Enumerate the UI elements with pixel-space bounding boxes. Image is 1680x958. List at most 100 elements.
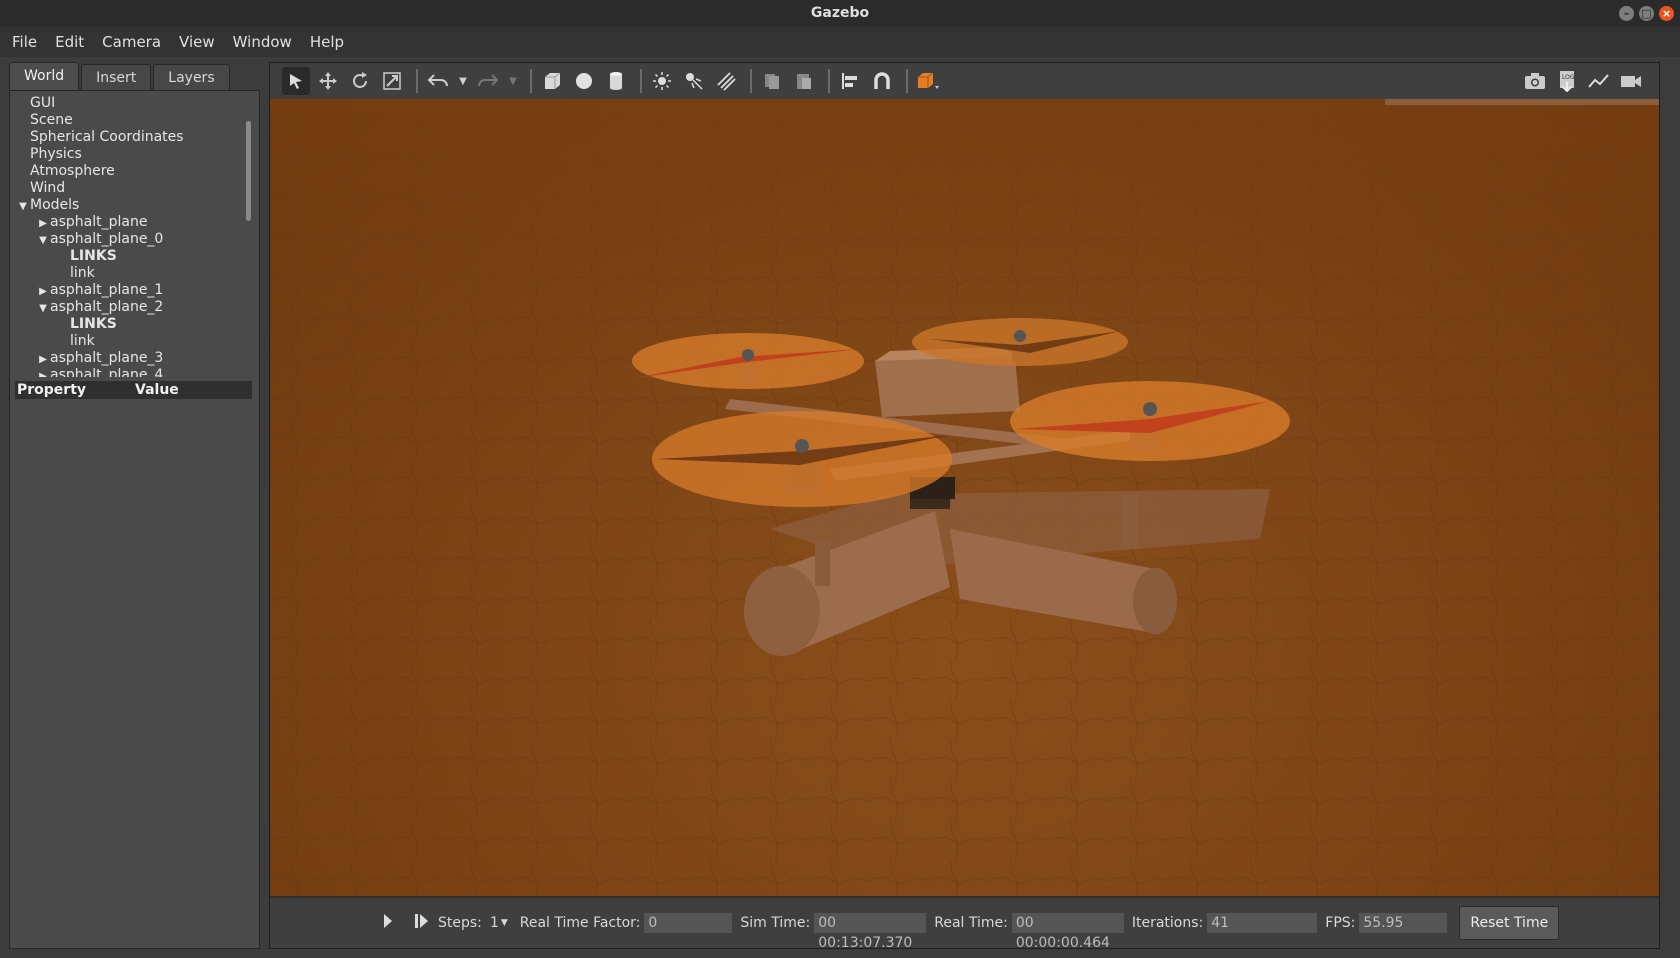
step-icon[interactable] <box>414 913 430 933</box>
tree-item-label: LINKS <box>70 248 117 264</box>
scene-render <box>270 99 1659 896</box>
redo-icon[interactable] <box>474 67 502 95</box>
undo-history-icon[interactable]: ▼ <box>456 67 470 95</box>
tree-item-label: asphalt_plane_2 <box>50 299 164 315</box>
iterations-label: Iterations: <box>1131 915 1204 931</box>
collapse-arrow-icon[interactable]: ▶ <box>36 351 50 368</box>
expand-arrow-icon[interactable]: ▼ <box>36 300 50 317</box>
tree-item[interactable]: Wind <box>16 180 236 197</box>
tree-item[interactable]: ▶ asphalt_plane_3 <box>16 350 236 367</box>
tree-item-label: GUI <box>30 95 56 111</box>
menu-camera[interactable]: Camera <box>96 33 167 51</box>
snap-icon[interactable] <box>868 67 896 95</box>
sphere-shape-icon[interactable] <box>570 67 598 95</box>
collapse-arrow-icon[interactable]: ▶ <box>36 368 50 377</box>
tree-item[interactable]: Scene <box>16 112 236 129</box>
world-tree: GUI Scene Spherical Coordinates Physics Atmo… <box>16 95 236 377</box>
toolbar-separator <box>640 69 642 93</box>
tree-item[interactable]: ▼ asphalt_plane_2 <box>16 299 236 316</box>
value-column: Value <box>135 382 179 398</box>
simulation-status-bar: Steps: 1 ▼ Real Time Factor: 0 Sim Time:… <box>270 898 1659 951</box>
tree-item[interactable]: link <box>16 333 236 350</box>
render-panel: ▼ ▼ LOG Steps: 1 ▼ Real Time Factor: 0 S… <box>269 62 1660 951</box>
menu-window[interactable]: Window <box>227 33 298 51</box>
tree-item[interactable]: LINKS <box>16 248 236 265</box>
directional-light-icon[interactable] <box>712 67 740 95</box>
collapse-arrow-icon[interactable]: ▶ <box>36 215 50 232</box>
svg-text:LOG: LOG <box>1562 74 1575 81</box>
screenshot-icon[interactable] <box>1521 67 1549 95</box>
point-light-icon[interactable] <box>648 67 676 95</box>
fps-value: 55.95 <box>1359 913 1448 933</box>
sim-time-value: 00 00:13:07.370 <box>814 913 927 951</box>
tab-world[interactable]: World <box>9 62 80 90</box>
box-shape-icon[interactable] <box>538 67 566 95</box>
play-icon[interactable] <box>382 913 394 933</box>
tree-item[interactable]: ▼ Models <box>16 197 236 214</box>
redo-history-icon[interactable]: ▼ <box>506 67 520 95</box>
tree-item-label: LINKS <box>70 316 117 332</box>
collapse-arrow-icon[interactable]: ▶ <box>36 283 50 300</box>
minimize-button[interactable]: – <box>1619 6 1634 21</box>
maximize-button[interactable]: □ <box>1639 6 1654 21</box>
steps-label: Steps: <box>438 915 482 931</box>
tree-item-label: asphalt_plane_0 <box>50 231 164 247</box>
property-column: Property <box>17 382 87 398</box>
tree-item[interactable]: ▼ asphalt_plane_0 <box>16 231 236 248</box>
tree-item[interactable]: Spherical Coordinates <box>16 129 236 146</box>
menu-edit[interactable]: Edit <box>49 33 90 51</box>
real-time-label: Real Time: <box>934 915 1008 931</box>
expand-arrow-icon[interactable]: ▼ <box>16 198 30 215</box>
tree-item-label: asphalt_plane_1 <box>50 282 164 298</box>
spot-light-icon[interactable] <box>680 67 708 95</box>
toolbar-separator <box>416 69 418 93</box>
rtf-value: 0 <box>644 913 733 933</box>
tree-item-label: asphalt_plane_3 <box>50 350 164 366</box>
copy-icon[interactable] <box>758 67 786 95</box>
steps-dropdown-icon[interactable]: ▼ <box>501 918 508 928</box>
tree-item[interactable]: link <box>16 265 236 282</box>
log-icon[interactable]: LOG <box>1553 67 1581 95</box>
tree-item[interactable]: ▶ asphalt_plane <box>16 214 236 231</box>
rotate-mode-icon[interactable] <box>346 67 374 95</box>
menu-help[interactable]: Help <box>304 33 350 51</box>
toolbar-separator <box>906 69 908 93</box>
undo-icon[interactable] <box>424 67 452 95</box>
tree-item[interactable]: ▶ asphalt_plane_1 <box>16 282 236 299</box>
paste-icon[interactable] <box>790 67 818 95</box>
translate-mode-icon[interactable] <box>314 67 342 95</box>
tree-scrollbar[interactable] <box>246 121 251 221</box>
tree-item[interactable]: GUI <box>16 95 236 112</box>
reset-time-button[interactable]: Reset Time <box>1459 906 1560 940</box>
toolbar-separator <box>530 69 532 93</box>
tree-item[interactable]: Atmosphere <box>16 163 236 180</box>
tree-item[interactable]: Physics <box>16 146 236 163</box>
tree-item[interactable]: LINKS <box>16 316 236 333</box>
align-icon[interactable] <box>836 67 864 95</box>
property-header: Property Value <box>15 381 252 399</box>
expand-arrow-icon[interactable]: ▼ <box>36 232 50 249</box>
window-controls: – □ × <box>1619 6 1674 21</box>
toolbar-separator <box>750 69 752 93</box>
tab-insert[interactable]: Insert <box>81 64 152 90</box>
3d-scene-view[interactable] <box>270 99 1659 896</box>
toolbar-separator <box>828 69 830 93</box>
menu-view[interactable]: View <box>173 33 221 51</box>
close-button[interactable]: × <box>1659 6 1674 21</box>
steps-value[interactable]: 1 <box>490 915 499 931</box>
tree-item-label: Physics <box>30 146 82 162</box>
tree-item[interactable]: ▶ asphalt_plane_4 <box>16 367 236 377</box>
tree-item-label: Atmosphere <box>30 163 115 179</box>
sim-time-label: Sim Time: <box>740 915 811 931</box>
tree-item-label: Spherical Coordinates <box>30 129 184 145</box>
rtf-label: Real Time Factor: <box>519 915 641 931</box>
scale-mode-icon[interactable] <box>378 67 406 95</box>
video-record-icon[interactable] <box>1617 67 1645 95</box>
plot-icon[interactable] <box>1585 67 1613 95</box>
tab-layers[interactable]: Layers <box>153 64 230 90</box>
select-mode-icon[interactable] <box>282 67 310 95</box>
cylinder-shape-icon[interactable] <box>602 67 630 95</box>
menu-file[interactable]: File <box>6 33 43 51</box>
view-angle-icon[interactable] <box>914 67 942 95</box>
toolbar: ▼ ▼ LOG <box>270 63 1659 99</box>
